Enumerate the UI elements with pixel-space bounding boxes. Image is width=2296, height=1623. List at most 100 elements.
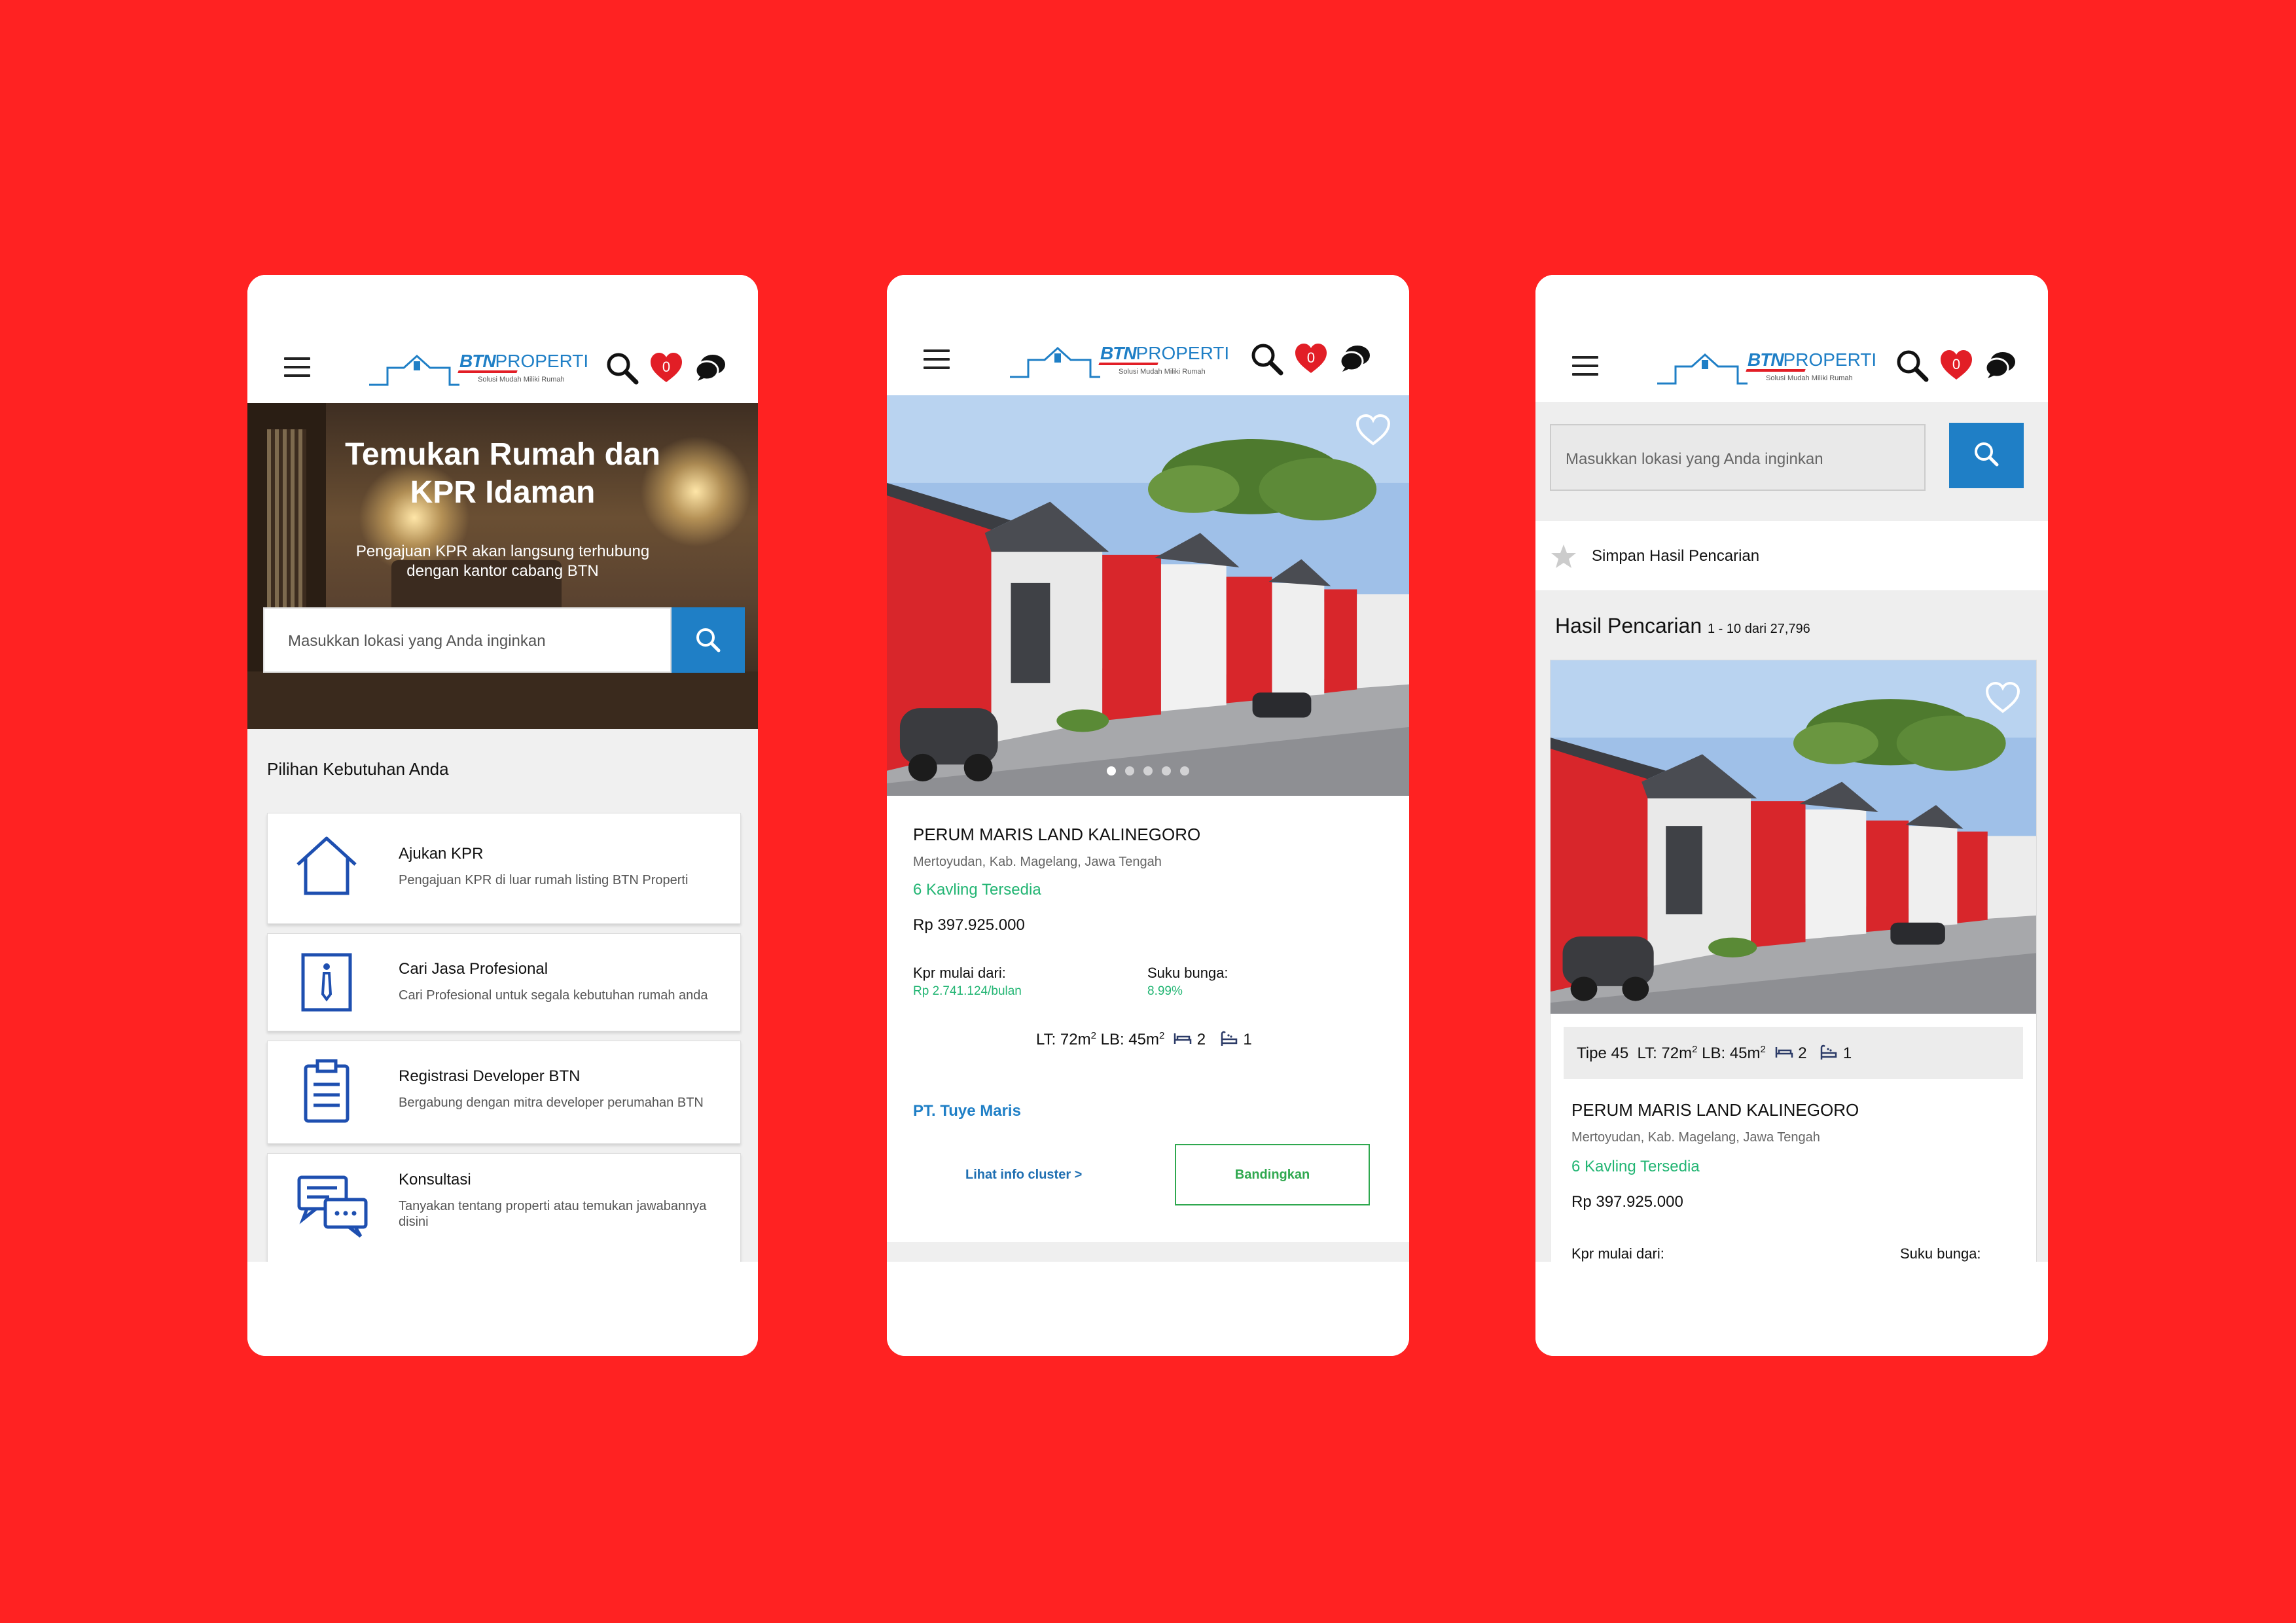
search-placeholder: Masukkan lokasi yang Anda inginkan bbox=[1566, 450, 1823, 468]
land-area: LT: 72m bbox=[1637, 1044, 1693, 1062]
card-desc: Pengajuan KPR di luar rumah listing BTN … bbox=[399, 873, 689, 887]
favorites-count: 0 bbox=[1952, 356, 1961, 372]
result-photo[interactable] bbox=[1551, 660, 2036, 1014]
carousel-dot-active[interactable] bbox=[1107, 766, 1116, 776]
favorite-heart-outline-icon[interactable] bbox=[1355, 414, 1391, 446]
favorites-button[interactable]: 0 bbox=[649, 351, 683, 385]
bed-icon bbox=[1174, 1033, 1192, 1044]
carousel-dot[interactable] bbox=[1143, 766, 1153, 776]
brand-logo[interactable]: BTNPROPERTI Solusi Mudah Miliki Rumah bbox=[1009, 338, 1229, 382]
clipboard-icon bbox=[304, 1059, 350, 1123]
card-title: Konsultasi bbox=[399, 1171, 471, 1188]
search-icon[interactable] bbox=[1249, 342, 1283, 376]
cluster-info-link[interactable]: Lihat info cluster > bbox=[965, 1168, 1082, 1183]
logo-tagline: Solusi Mudah Miliki Rumah bbox=[1766, 374, 1853, 382]
bottom-bar bbox=[1535, 1262, 2048, 1356]
logo-thin-text: PROPERTI bbox=[1136, 343, 1230, 363]
house-outline-logo-icon bbox=[1657, 353, 1748, 385]
search-button[interactable] bbox=[1949, 423, 2024, 488]
property-specs: LT: 72m2 LB: 45m2 2 1 bbox=[1036, 1030, 1252, 1049]
results-screen: BTNPROPERTI Solusi Mudah Miliki Rumah 0 bbox=[1535, 275, 2048, 1263]
sq-sup: 2 bbox=[1090, 1030, 1096, 1041]
house-icon bbox=[296, 836, 357, 895]
header: BTNPROPERTI Solusi Mudah Miliki Rumah 0 bbox=[1535, 275, 2048, 402]
hamburger-menu-icon[interactable] bbox=[284, 357, 310, 377]
logo-thin-text: PROPERTI bbox=[495, 351, 589, 371]
property-photo-carousel[interactable] bbox=[887, 395, 1409, 796]
search-icon[interactable] bbox=[605, 351, 639, 385]
results-heading: Hasil Pencarian 1 - 10 dari 27,796 bbox=[1555, 614, 1810, 638]
bed-icon bbox=[1775, 1047, 1793, 1058]
bedroom-count: 2 bbox=[1798, 1044, 1807, 1062]
home-screen: BTNPROPERTI Solusi Mudah Miliki Rumah 0 bbox=[247, 275, 758, 1262]
rate-value: 8.99% bbox=[1147, 984, 1183, 998]
brand-logo[interactable]: BTNPROPERTI Solusi Mudah Miliki Rumah bbox=[1656, 344, 1876, 389]
brand-logo[interactable]: BTNPROPERTI Solusi Mudah Miliki Rumah bbox=[368, 346, 588, 390]
developer-link[interactable]: PT. Tuye Maris bbox=[913, 1102, 1021, 1120]
property-name: PERUM MARIS LAND KALINEGORO bbox=[913, 825, 1201, 844]
kpr-label: Kpr mulai dari: bbox=[913, 965, 1006, 981]
rate-label: Suku bunga: bbox=[1900, 1245, 1981, 1262]
phone-detail: BTNPROPERTI Solusi Mudah Miliki Rumah 0 bbox=[887, 275, 1409, 1356]
result-card[interactable]: Tipe 45 LT: 72m2 LB: 45m2 2 1 PERUM MARI… bbox=[1550, 660, 2037, 1263]
search-input[interactable]: Masukkan lokasi yang Anda inginkan bbox=[1550, 424, 1926, 491]
card-konsultasi[interactable]: Konsultasi Tanyakan tentang properti ata… bbox=[267, 1153, 741, 1262]
result-spec-bar: Tipe 45 LT: 72m2 LB: 45m2 2 1 bbox=[1564, 1027, 2023, 1079]
hero-subtitle-line2: dengan kantor cabang BTN bbox=[406, 562, 599, 580]
favorite-heart-outline-icon[interactable] bbox=[1985, 681, 2020, 714]
chat-icon[interactable] bbox=[694, 351, 728, 385]
favorites-button[interactable]: 0 bbox=[1939, 348, 1973, 382]
kpr-value: Rp 2.741.124/bulan bbox=[913, 984, 1022, 998]
building-area: LB: 45m bbox=[1100, 1031, 1159, 1048]
bottom-bar bbox=[887, 1262, 1409, 1356]
search-icon bbox=[696, 628, 721, 652]
save-search-row[interactable]: Simpan Hasil Pencarian bbox=[1535, 521, 2048, 590]
chat-icon[interactable] bbox=[1984, 348, 2018, 382]
logo-bold-text: BTN bbox=[1748, 349, 1784, 370]
card-title: Cari Jasa Profesional bbox=[399, 960, 548, 978]
carousel-dot[interactable] bbox=[1162, 766, 1171, 776]
save-search-label: Simpan Hasil Pencarian bbox=[1592, 547, 1760, 565]
card-ajukan-kpr[interactable]: Ajukan KPR Pengajuan KPR di luar rumah l… bbox=[267, 813, 741, 924]
property-location: Mertoyudan, Kab. Magelang, Jawa Tengah bbox=[913, 855, 1162, 869]
bedroom-count: 2 bbox=[1196, 1031, 1206, 1048]
search-icon[interactable] bbox=[1895, 348, 1929, 382]
search-button[interactable] bbox=[672, 607, 745, 673]
carousel-dot[interactable] bbox=[1180, 766, 1189, 776]
carousel-dots[interactable] bbox=[887, 766, 1409, 779]
hamburger-menu-icon[interactable] bbox=[1572, 356, 1598, 376]
chat-icon[interactable] bbox=[1338, 342, 1372, 376]
favorites-count: 0 bbox=[1306, 349, 1316, 366]
card-cari-jasa[interactable]: Cari Jasa Profesional Cari Profesional u… bbox=[267, 933, 741, 1031]
header: BTNPROPERTI Solusi Mudah Miliki Rumah 0 bbox=[887, 275, 1409, 395]
bathroom-count: 1 bbox=[1243, 1031, 1252, 1048]
results-count: 1 - 10 dari 27,796 bbox=[1708, 622, 1810, 636]
card-desc: Bergabung dengan mitra developer perumah… bbox=[399, 1096, 704, 1110]
search-input[interactable]: Masukkan lokasi yang Anda inginkan bbox=[263, 607, 672, 673]
chat-bubbles-icon bbox=[297, 1175, 368, 1238]
card-registrasi-developer[interactable]: Registrasi Developer BTN Bergabung denga… bbox=[267, 1041, 741, 1144]
availability-text: 6 Kavling Tersedia bbox=[913, 881, 1041, 899]
kpr-label: Kpr mulai dari: bbox=[1571, 1245, 1664, 1262]
hamburger-menu-icon[interactable] bbox=[924, 349, 950, 369]
property-price: Rp 397.925.000 bbox=[913, 916, 1025, 934]
house-outline-logo-icon bbox=[1010, 346, 1100, 378]
compare-button[interactable]: Bandingkan bbox=[1175, 1144, 1370, 1205]
logo-tagline: Solusi Mudah Miliki Rumah bbox=[1119, 368, 1206, 376]
property-price: Rp 397.925.000 bbox=[1571, 1193, 1683, 1211]
hero-title-line1: Temukan Rumah dan bbox=[345, 437, 660, 472]
carousel-dot[interactable] bbox=[1125, 766, 1134, 776]
detail-screen: BTNPROPERTI Solusi Mudah Miliki Rumah 0 bbox=[887, 275, 1409, 1262]
card-title: Registrasi Developer BTN bbox=[399, 1067, 581, 1085]
property-photo bbox=[887, 395, 1409, 796]
favorites-button[interactable]: 0 bbox=[1294, 342, 1328, 376]
sq-sup: 2 bbox=[1760, 1044, 1766, 1055]
logo-bold-text: BTN bbox=[1100, 343, 1137, 363]
star-icon[interactable] bbox=[1550, 543, 1577, 569]
rate-label: Suku bunga: bbox=[1147, 965, 1229, 981]
property-photo bbox=[1551, 660, 2036, 1014]
bath-icon bbox=[1820, 1044, 1837, 1060]
favorites-count: 0 bbox=[662, 359, 671, 375]
hero-subtitle: Pengajuan KPR akan langsung terhubung de… bbox=[247, 542, 758, 581]
building-area: LB: 45m bbox=[1702, 1044, 1761, 1062]
